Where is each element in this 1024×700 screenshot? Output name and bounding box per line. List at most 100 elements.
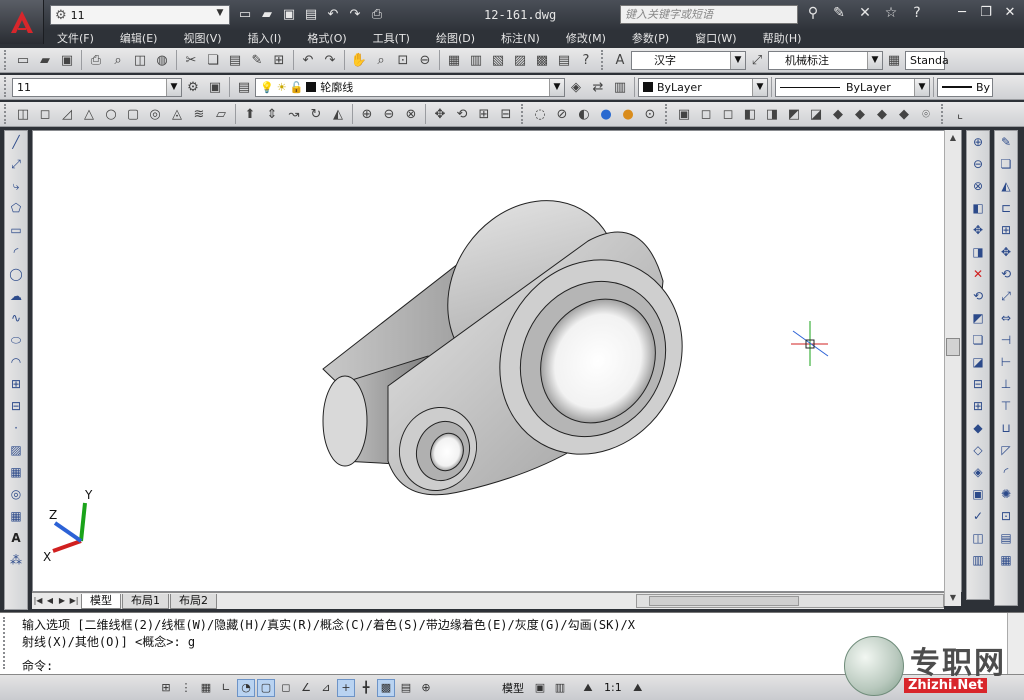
extrude-faces-icon[interactable]: ◧ (968, 198, 988, 218)
transparency-icon[interactable]: ▩ (377, 678, 395, 697)
subtract-icon[interactable]: ⊖ (968, 154, 988, 174)
section-icon[interactable]: ▥ (968, 550, 988, 570)
spline-icon[interactable]: ∿ (6, 308, 26, 328)
restore-icon[interactable]: ❐ (976, 4, 996, 22)
tab-layout1[interactable]: 布局1 (122, 593, 169, 609)
sweep-icon[interactable]: ↝ (284, 104, 304, 124)
pyramid-icon[interactable]: ◬ (167, 104, 187, 124)
close-icon[interactable]: ✕ (1000, 4, 1020, 22)
wrench-icon[interactable]: ✎ (830, 5, 848, 21)
tab-next-icon[interactable]: ▶ (56, 594, 68, 608)
search-input[interactable]: 键入关键字或短语 (620, 5, 798, 24)
tool-palettes-icon[interactable]: ▧ (488, 50, 508, 70)
toolbar-grip[interactable] (4, 104, 8, 124)
layer-properties-icon[interactable]: ▣ (205, 77, 225, 97)
annotation-visibility-icon[interactable]: ⛰ (629, 679, 647, 697)
make-current-icon[interactable]: ◈ (566, 77, 586, 97)
menu-help[interactable]: 帮助(H) (763, 30, 802, 46)
grid-display-icon[interactable]: ▦ (197, 679, 215, 697)
quick-view-drawings-icon[interactable]: ▥ (551, 679, 569, 697)
plot-preview-icon[interactable]: ⌕ (108, 50, 128, 70)
text-style-icon[interactable]: A (610, 50, 630, 70)
sw-iso-icon[interactable]: ◆ (828, 104, 848, 124)
menu-view[interactable]: 视图(V) (183, 30, 221, 46)
binoculars-icon[interactable]: ⚲ (804, 5, 822, 21)
model-viewport[interactable]: X Y Z (32, 130, 962, 592)
layer-properties-manager-icon[interactable]: ▤ (234, 77, 254, 97)
zoom-realtime-icon[interactable]: ⌕ (371, 50, 391, 70)
left-view-icon[interactable]: ◧ (740, 104, 760, 124)
toolbar-grip[interactable] (4, 50, 8, 70)
delete-faces-icon[interactable]: ✕ (968, 264, 988, 284)
table-style-icon[interactable]: ▦ (884, 50, 904, 70)
space-toggle[interactable]: 模型 (502, 680, 524, 696)
polysolid-icon[interactable]: ◫ (13, 104, 33, 124)
copy-icon[interactable]: ❏ (203, 50, 223, 70)
break-at-point-icon[interactable]: ⊥ (996, 374, 1016, 394)
redo-icon[interactable]: ↷ (320, 50, 340, 70)
layer-icon[interactable]: ▤ (996, 528, 1016, 548)
menu-modify[interactable]: 修改(M) (566, 30, 606, 46)
clean-icon[interactable]: ◇ (968, 440, 988, 460)
union-icon[interactable]: ⊕ (968, 132, 988, 152)
quick-view-layouts-icon[interactable]: ▣ (531, 679, 549, 697)
tab-first-icon[interactable]: |◀ (32, 594, 44, 608)
help-icon[interactable]: ? (576, 50, 596, 70)
right-view-icon[interactable]: ◨ (762, 104, 782, 124)
dimension-icon[interactable]: ⊡ (996, 506, 1016, 526)
print-icon[interactable]: ⎙ (368, 6, 386, 24)
star-icon[interactable]: ☆ (882, 5, 900, 21)
pan-icon[interactable]: ✋ (349, 50, 369, 70)
multiline-text-icon[interactable]: A (6, 528, 26, 548)
markup-icon[interactable]: ▩ (532, 50, 552, 70)
undo-icon[interactable]: ↶ (298, 50, 318, 70)
dimension-style-select[interactable]: 机械标注 ▼ (768, 50, 883, 70)
realistic-icon[interactable]: ● (596, 104, 616, 124)
match-properties-icon[interactable]: ✎ (247, 50, 267, 70)
tab-last-icon[interactable]: ▶| (68, 594, 80, 608)
offset-faces-icon[interactable]: ◨ (968, 242, 988, 262)
help-icon[interactable]: ? (908, 5, 926, 21)
fillet-icon[interactable]: ◜ (996, 462, 1016, 482)
erase-icon[interactable]: ✎ (996, 132, 1016, 152)
redo-icon[interactable]: ↷ (346, 6, 364, 24)
color-select[interactable]: ByLayer ▼ (638, 77, 768, 97)
menu-dimension[interactable]: 标注(N) (501, 30, 540, 46)
text-style-select[interactable]: 汉字 ▼ (631, 50, 746, 70)
add-selected-icon[interactable]: ⁂ (6, 550, 26, 570)
se-iso-icon[interactable]: ◆ (850, 104, 870, 124)
copy-faces-icon[interactable]: ❏ (968, 330, 988, 350)
undo-icon[interactable]: ↶ (324, 6, 342, 24)
named-views-icon[interactable]: ▣ (674, 104, 694, 124)
revision-cloud-icon[interactable]: ☁ (6, 286, 26, 306)
3d-move-icon[interactable]: ✥ (430, 104, 450, 124)
camera-icon[interactable]: ⌾ (916, 104, 936, 124)
table-icon[interactable]: ▦ (6, 506, 26, 526)
array-icon[interactable]: ⊞ (996, 220, 1016, 240)
command-prompt[interactable]: 命令: (22, 657, 53, 674)
toolbar-grip[interactable] (665, 104, 669, 124)
explode-icon[interactable]: ✺ (996, 484, 1016, 504)
back-view-icon[interactable]: ◪ (806, 104, 826, 124)
lineweight-select[interactable]: By (937, 77, 993, 97)
design-center-icon[interactable]: ◍ (152, 50, 172, 70)
copy-object-icon[interactable]: ❏ (996, 154, 1016, 174)
make-block-icon[interactable]: ⊟ (6, 396, 26, 416)
command-grip[interactable] (3, 617, 15, 669)
bottom-view-icon[interactable]: ◻ (718, 104, 738, 124)
toolbar-grip[interactable] (4, 77, 8, 97)
menu-format[interactable]: 格式(O) (307, 30, 346, 46)
tab-model[interactable]: 模型 (81, 593, 121, 609)
layer-state-manager-icon[interactable]: ⚙ (183, 77, 203, 97)
block-editor-icon[interactable]: ⊞ (269, 50, 289, 70)
layer-select[interactable]: 💡 ☀ 🔓 轮廓线 ▼ (255, 77, 565, 97)
tab-layout2[interactable]: 布局2 (170, 593, 217, 609)
properties-icon[interactable]: ▦ (444, 50, 464, 70)
selection-cycling-icon[interactable]: ⊕ (417, 679, 435, 697)
save-icon[interactable]: ▣ (280, 6, 298, 24)
helix-icon[interactable]: ≋ (189, 104, 209, 124)
toolbar-grip[interactable] (941, 104, 945, 124)
application-menu-button[interactable] (0, 0, 44, 44)
sphere-icon[interactable]: ○ (101, 104, 121, 124)
2d-wireframe-icon[interactable]: ◌ (530, 104, 550, 124)
